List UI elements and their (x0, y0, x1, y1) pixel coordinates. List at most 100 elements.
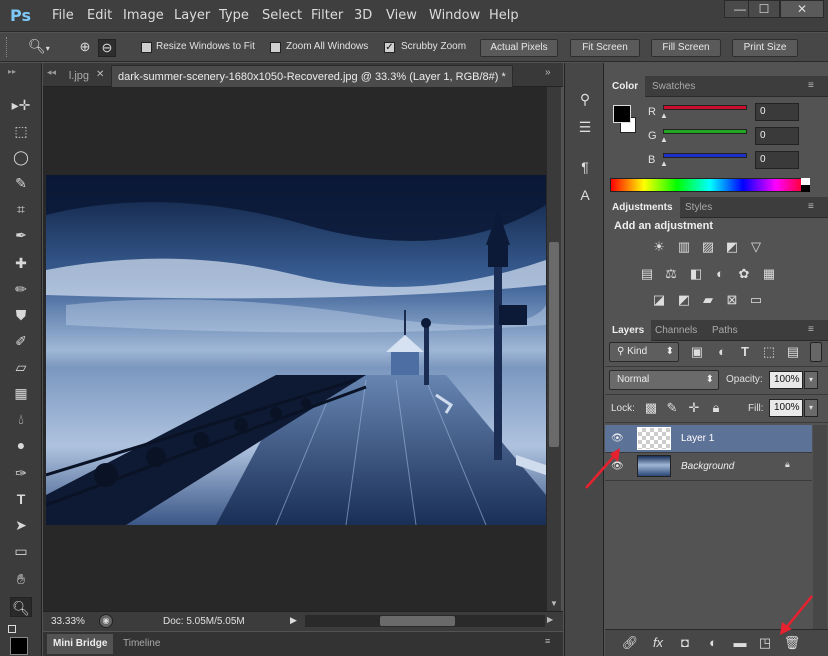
lock-image-icon[interactable]: ✎ (663, 400, 681, 416)
brightness-contrast-icon[interactable]: ☀ (650, 239, 668, 255)
new-adjustment-layer-icon[interactable]: ◐ (704, 635, 722, 651)
levels-icon[interactable]: ▥ (675, 239, 693, 255)
foreground-color-swatch[interactable] (10, 637, 28, 655)
menu-layer[interactable]: Layer (174, 8, 210, 23)
menu-3d[interactable]: 3D (354, 8, 372, 23)
maximize-button[interactable]: ☐ (748, 0, 780, 18)
threshold-icon[interactable]: ▰ (699, 292, 717, 308)
menu-edit[interactable]: Edit (87, 8, 112, 23)
type-tool-icon[interactable]: T (10, 489, 32, 509)
color-balance-icon[interactable]: ⚖ (662, 266, 680, 282)
share-icon[interactable]: ◉ (99, 614, 113, 628)
tab-active-document[interactable]: dark-summer-scenery-1680x1050-Recovered.… (111, 65, 513, 87)
new-group-icon[interactable]: ▬ (731, 635, 749, 651)
clone-stamp-tool-icon[interactable]: ⛊ (10, 305, 32, 325)
lock-transparent-icon[interactable]: ▩ (642, 400, 660, 416)
red-slider[interactable] (663, 105, 747, 110)
blue-value-input[interactable]: 0 (755, 151, 799, 169)
tabs-overflow-icon[interactable]: » (545, 67, 551, 78)
canvas-image[interactable] (46, 175, 546, 525)
paragraph-panel-icon[interactable]: ¶ (573, 159, 597, 181)
menu-filter[interactable]: Filter (311, 8, 343, 23)
tools-collapse-icon[interactable]: ▸▸ (8, 67, 34, 76)
horizontal-scrollbar-thumb[interactable] (380, 616, 455, 626)
add-mask-icon[interactable]: ◘ (676, 635, 694, 651)
resize-windows-checkbox[interactable] (141, 42, 152, 53)
channel-mixer-icon[interactable]: ✿ (735, 266, 753, 282)
green-value-input[interactable]: 0 (755, 127, 799, 145)
vibrance-icon[interactable]: ▽ (747, 239, 765, 255)
fill-screen-button[interactable]: Fill Screen (651, 39, 721, 57)
options-grip[interactable] (6, 37, 10, 57)
tab-paths[interactable]: Paths (705, 320, 745, 341)
zoom-all-checkbox[interactable] (270, 42, 281, 53)
crop-tool-icon[interactable]: ⌗ (10, 199, 32, 219)
adjustments-panel-menu-icon[interactable]: ≡ (808, 201, 814, 212)
lock-position-icon[interactable]: ✛ (685, 400, 703, 416)
spectrum-black-swatch[interactable] (801, 185, 810, 192)
vertical-scrollbar-thumb[interactable] (549, 242, 559, 447)
menu-type[interactable]: Type (219, 8, 249, 23)
brush-tool-icon[interactable]: ✏ (10, 279, 32, 299)
status-menu-icon[interactable]: ▶ (290, 615, 300, 627)
filter-pixel-icon[interactable]: ▣ (688, 344, 706, 360)
eraser-tool-icon[interactable]: ▱ (10, 357, 32, 377)
blue-slider[interactable] (663, 153, 747, 158)
actual-pixels-button[interactable]: Actual Pixels (480, 39, 558, 57)
bottom-panel-menu-icon[interactable]: ≡ (545, 636, 550, 646)
fit-screen-button[interactable]: Fit Screen (570, 39, 640, 57)
opacity-input[interactable]: 100% (769, 371, 803, 389)
layer-name[interactable]: Layer 1 (681, 433, 714, 444)
tab-close-icon[interactable]: ✕ (96, 69, 108, 81)
menu-view[interactable]: View (386, 8, 417, 23)
spectrum-white-swatch[interactable] (801, 178, 810, 185)
gradient-tool-icon[interactable]: ▦ (10, 383, 32, 403)
marquee-tool-icon[interactable]: ⬚ (10, 121, 32, 141)
filter-type-icon[interactable]: T (736, 344, 754, 360)
curves-icon[interactable]: ▨ (699, 239, 717, 255)
red-value-input[interactable]: 0 (755, 103, 799, 121)
photo-filter-icon[interactable]: ◐ (711, 266, 729, 282)
scroll-down-icon[interactable]: ▼ (549, 599, 559, 609)
posterize-icon[interactable]: ◩ (675, 292, 693, 308)
layer-filter-select[interactable]: ⚲ Kind ⬍ (609, 342, 679, 362)
zoom-tool-preset-icon[interactable]: 🔍︎▾ (28, 38, 62, 58)
scrubby-zoom-checkbox[interactable]: ✓ (384, 42, 395, 53)
lock-all-icon[interactable]: 🔒︎ (707, 400, 725, 416)
scroll-right-icon[interactable]: ▶ (547, 615, 557, 627)
lasso-tool-icon[interactable]: ◯ (10, 147, 32, 167)
quick-selection-tool-icon[interactable]: ✎ (10, 173, 32, 193)
invert-icon[interactable]: ◪ (650, 292, 668, 308)
blur-tool-icon[interactable]: 💧︎ (10, 409, 32, 429)
filter-smart-object-icon[interactable]: ▤ (784, 344, 802, 360)
green-slider-handle[interactable]: ▲ (660, 135, 668, 144)
layers-panel-menu-icon[interactable]: ≡ (808, 324, 814, 335)
eyedropper-tool-icon[interactable]: ✒ (10, 225, 32, 245)
red-slider-handle[interactable]: ▲ (660, 111, 668, 120)
fill-input[interactable]: 100% (769, 399, 803, 417)
menu-help[interactable]: Help (489, 8, 519, 23)
close-button[interactable]: ✕ (780, 0, 824, 18)
zoom-in-icon[interactable]: ⊕ (76, 39, 94, 57)
rectangle-tool-icon[interactable]: ▭ (10, 541, 32, 561)
tab-swatches[interactable]: Swatches (645, 76, 702, 97)
exposure-icon[interactable]: ◩ (723, 239, 741, 255)
filter-adjustment-icon[interactable]: ◐ (713, 344, 731, 360)
green-slider[interactable] (663, 129, 747, 134)
filter-shape-icon[interactable]: ⬚ (760, 344, 778, 360)
color-lookup-icon[interactable]: ▦ (760, 266, 778, 282)
menu-select[interactable]: Select (262, 8, 302, 23)
vertical-scrollbar[interactable]: ▼ (547, 87, 561, 611)
menu-file[interactable]: File (52, 8, 74, 23)
layer-name[interactable]: Background (681, 461, 734, 472)
link-layers-icon[interactable]: 🔗︎ (621, 635, 639, 651)
blue-slider-handle[interactable]: ▲ (660, 159, 668, 168)
color-spectrum-bar[interactable] (610, 178, 810, 192)
menu-window[interactable]: Window (429, 8, 480, 23)
layer-row[interactable]: 👁︎ Background 🔒︎ (605, 453, 812, 480)
menu-image[interactable]: Image (123, 8, 164, 23)
tab-layers[interactable]: Layers (605, 320, 652, 341)
print-size-button[interactable]: Print Size (732, 39, 798, 57)
fill-dropdown-icon[interactable]: ▾ (804, 399, 818, 417)
history-brush-tool-icon[interactable]: ✐ (10, 331, 32, 351)
